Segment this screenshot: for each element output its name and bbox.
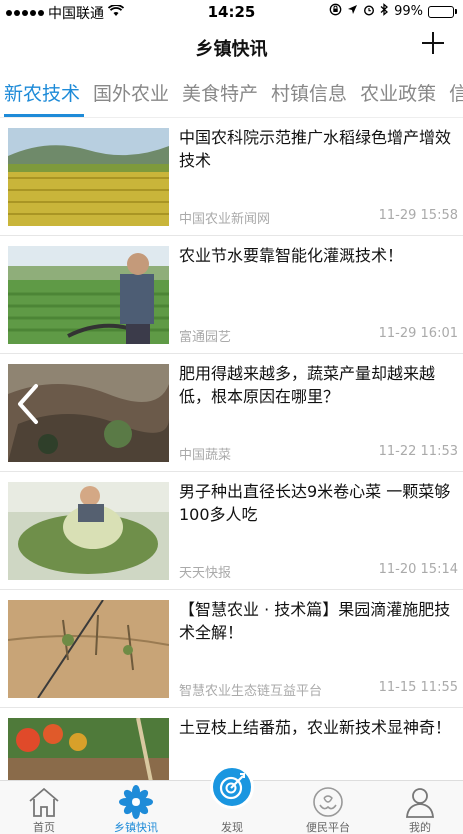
article-item[interactable]: 【智慧农业 · 技术篇】果园滴灌施肥技术全解！ 智慧农业生态链互益平台 11-1… <box>0 590 463 708</box>
article-source: 天天快报 <box>179 566 232 581</box>
tabbar-mine-label: 我的 <box>409 821 431 834</box>
tabbar-home-label: 首页 <box>33 821 55 834</box>
article-item[interactable]: 农业节水要靠智能化灌溉技术！ 富通园艺 11-29 16:01 <box>0 236 463 354</box>
article-time: 11-29 16:01 <box>378 326 458 341</box>
article-title: 男子种出直径长达9米卷心菜 一颗菜够100多人吃 <box>179 482 451 524</box>
tab-food-specialty[interactable]: 美食特产 <box>182 80 258 108</box>
article-time: 11-22 11:53 <box>378 444 458 459</box>
article-time: 11-15 11:55 <box>378 680 458 695</box>
article-thumbnail <box>8 246 169 344</box>
tab-foreign-agri[interactable]: 国外农业 <box>93 80 169 108</box>
article-title: 【智慧农业 · 技术篇】果园滴灌施肥技术全解！ <box>179 600 451 642</box>
article-item[interactable]: 肥用得越来越多，蔬菜产量却越来越低，根本原因在哪里？ 中国蔬菜 11-22 11… <box>0 354 463 472</box>
tabbar-news-label: 乡镇快讯 <box>114 821 158 834</box>
active-tab-indicator <box>4 114 84 117</box>
lock-rotation-icon <box>329 3 342 20</box>
article-item[interactable]: 男子种出直径长达9米卷心菜 一颗菜够100多人吃 天天快报 11-20 15:1… <box>0 472 463 590</box>
screen: 中国联通 14:25 99% 乡镇快讯 新农技术 国外农业 美食特产 村镇信息 … <box>0 0 463 834</box>
alarm-icon <box>363 4 375 20</box>
category-tabs: 新农技术 国外农业 美食特产 村镇信息 农业政策 信 <box>0 72 463 118</box>
tabbar-discover-label: 发现 <box>221 821 243 834</box>
article-source: 智慧农业生态链互益平台 <box>179 684 323 699</box>
add-icon[interactable] <box>419 30 447 58</box>
tab-new-tech[interactable]: 新农技术 <box>4 80 80 108</box>
target-icon <box>210 765 254 809</box>
article-title: 肥用得越来越多，蔬菜产量却越来越低，根本原因在哪里？ <box>179 364 436 406</box>
tab-village-info[interactable]: 村镇信息 <box>271 80 347 108</box>
article-list: 中国农科院示范推广水稻绿色增产增效技术 中国农业新闻网 11-29 15:58 … <box>0 118 463 780</box>
article-title: 土豆枝上结番茄，农业新技术显神奇！ <box>179 718 452 737</box>
page-title: 乡镇快讯 <box>195 39 268 60</box>
article-time: 11-20 15:14 <box>378 562 458 577</box>
status-right: 99% <box>329 3 457 20</box>
article-time: 11-29 15:58 <box>378 208 458 223</box>
user-icon <box>402 785 438 819</box>
article-source: 富通园艺 <box>179 330 232 345</box>
bottom-tab-bar: 首页 乡镇快讯 发现 便民平台 我的 <box>0 765 463 834</box>
article-thumbnail <box>8 718 169 780</box>
battery-icon <box>428 5 457 18</box>
tab-partial[interactable]: 信 <box>449 80 463 108</box>
location-icon <box>347 4 358 19</box>
article-source: 中国农业新闻网 <box>179 212 271 227</box>
tabbar-discover[interactable]: 发现 <box>192 765 272 834</box>
tabbar-news[interactable]: 乡镇快讯 <box>96 781 176 834</box>
tabbar-mine[interactable]: 我的 <box>380 781 460 834</box>
article-thumbnail <box>8 482 169 580</box>
article-title: 中国农科院示范推广水稻绿色增产增效技术 <box>179 128 452 170</box>
tabbar-home[interactable]: 首页 <box>4 781 84 834</box>
article-source: 中国蔬菜 <box>179 448 232 463</box>
back-arrow-icon[interactable] <box>12 382 42 426</box>
hands-icon <box>310 785 346 819</box>
article-thumbnail <box>8 128 169 226</box>
article-title: 农业节水要靠智能化灌溉技术！ <box>179 246 404 265</box>
tab-row: 新农技术 国外农业 美食特产 村镇信息 农业政策 信 <box>4 80 463 108</box>
tab-agri-policy[interactable]: 农业政策 <box>360 80 436 108</box>
tabbar-services[interactable]: 便民平台 <box>288 781 368 834</box>
flower-icon <box>118 785 154 819</box>
tabbar-services-label: 便民平台 <box>306 821 350 834</box>
nav-bar: 乡镇快讯 <box>0 24 463 70</box>
battery-percent: 99% <box>394 4 423 19</box>
bluetooth-icon <box>380 3 389 20</box>
home-icon <box>26 785 62 819</box>
article-item[interactable]: 中国农科院示范推广水稻绿色增产增效技术 中国农业新闻网 11-29 15:58 <box>0 118 463 236</box>
article-thumbnail <box>8 600 169 698</box>
status-bar: 中国联通 14:25 99% <box>0 0 463 24</box>
